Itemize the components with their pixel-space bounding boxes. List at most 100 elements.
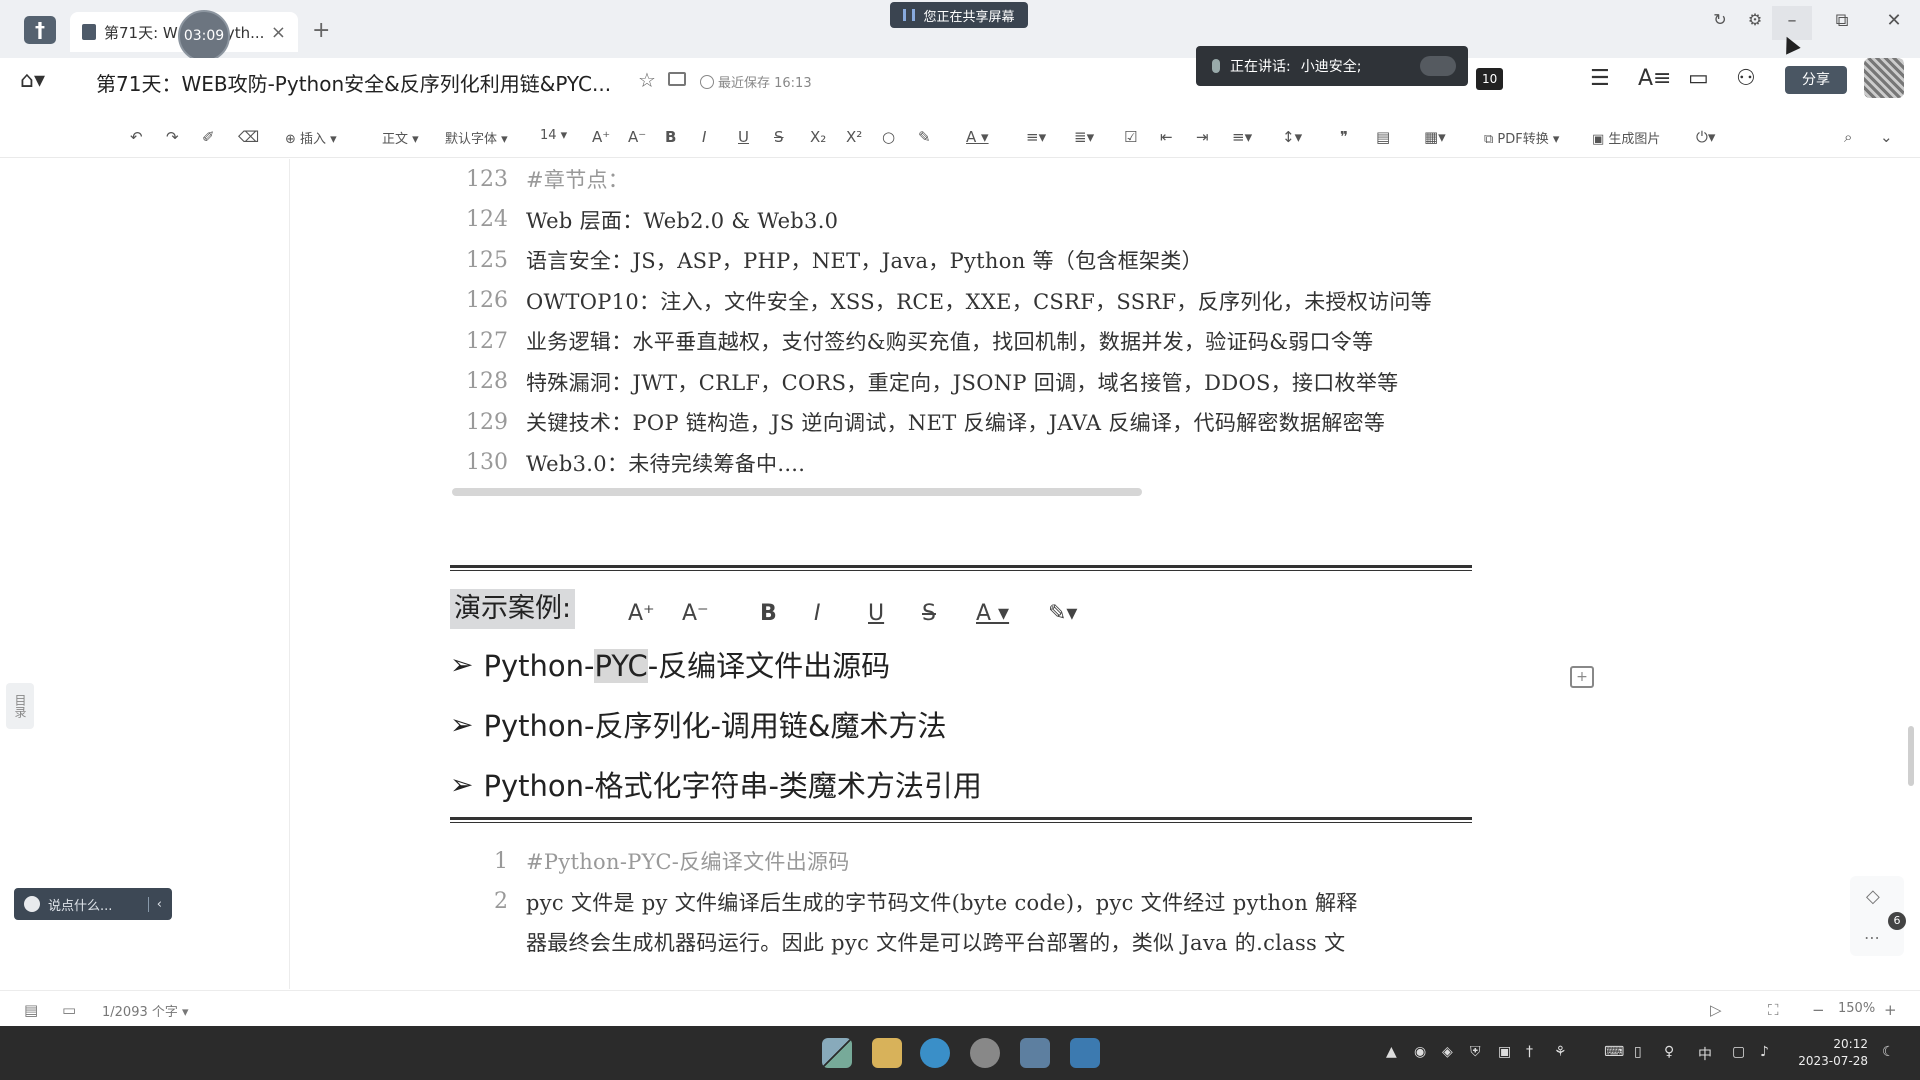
share-button[interactable]: 分享: [1785, 66, 1847, 94]
code-line[interactable]: 128 特殊漏洞：JWT，CRLF，CORS，重定向，JSONP 回调，域名接管，…: [450, 362, 1398, 402]
italic-icon[interactable]: I: [814, 601, 821, 626]
demo-item[interactable]: ➢ Python-格式化字符串-类魔术方法引用: [450, 763, 982, 805]
tab-close-icon[interactable]: ×: [271, 22, 286, 43]
close-window-button[interactable]: ✕: [1874, 10, 1914, 31]
meeting-app-icon[interactable]: [1070, 1038, 1100, 1068]
document-body[interactable]: 123 #章节点： 124 Web 层面：Web2.0 & Web3.0 125 语言安全…: [450, 159, 1472, 989]
participant-count-badge[interactable]: 10: [1476, 68, 1504, 90]
notification-icon[interactable]: ☾: [1882, 1044, 1895, 1060]
shield-icon[interactable]: ⛨: [1470, 1044, 1481, 1060]
folder-icon[interactable]: [668, 72, 686, 86]
side-widget[interactable]: ◇ 6 ⋯: [1850, 876, 1906, 956]
present-icon[interactable]: ▭: [1688, 66, 1709, 91]
avatar[interactable]: [1864, 58, 1904, 98]
bold-icon[interactable]: B: [665, 128, 676, 146]
tray-icon[interactable]: ▲: [1386, 1044, 1397, 1060]
maximize-button[interactable]: ⧉: [1822, 10, 1862, 31]
settings-icon[interactable]: ⚙: [1735, 10, 1775, 29]
sync-icon[interactable]: ↻: [1700, 10, 1740, 29]
insert-menu[interactable]: ⊕ 插入 ▾: [285, 128, 337, 147]
code-line[interactable]: 器最终会生成机器码运行。因此 pyc 文件是可以跨平台部署的，类似 Java 的…: [450, 922, 1345, 962]
font-size-select[interactable]: 14 ▾: [540, 128, 567, 143]
document-title[interactable]: 第71天：WEB攻防-Python安全&反序列化利用链&PYC...: [96, 68, 611, 97]
code-line[interactable]: 127 业务逻辑：水平垂直越权，支付签约&购买充值，找回机制，数据并发，验证码&弱…: [450, 321, 1373, 361]
file-explorer-icon[interactable]: [872, 1038, 902, 1068]
ime-indicator[interactable]: 中: [1698, 1044, 1712, 1064]
tray-icon[interactable]: ⚘: [1554, 1044, 1567, 1060]
font-grow-icon[interactable]: A⁺: [628, 601, 655, 626]
highlight-icon[interactable]: ✎: [918, 128, 931, 146]
more-tools-icon[interactable]: ⏻▾: [1696, 128, 1715, 146]
network-icon[interactable]: ▢: [1732, 1044, 1745, 1060]
code-block-icon[interactable]: ▤: [1376, 128, 1390, 146]
code-line[interactable]: 123 #章节点：: [450, 159, 629, 199]
checklist-icon[interactable]: ☑: [1124, 128, 1137, 146]
indent-increase-icon[interactable]: ⇥: [1196, 128, 1209, 146]
search-icon[interactable]: ⌕: [1844, 128, 1852, 146]
quote-icon[interactable]: ❞: [1340, 128, 1348, 146]
horizontal-scrollbar[interactable]: [452, 488, 1142, 496]
strikethrough-icon[interactable]: S: [922, 601, 936, 626]
text-format-icon[interactable]: A≡: [1638, 66, 1671, 91]
add-comment-icon[interactable]: +: [1570, 666, 1594, 688]
font-color-icon[interactable]: A ▾: [966, 128, 989, 146]
new-tab-button[interactable]: +: [312, 18, 330, 43]
collapse-icon[interactable]: ‹: [147, 896, 162, 912]
tray-icon[interactable]: ▣: [1498, 1044, 1511, 1060]
notes-app-icon[interactable]: [1020, 1038, 1050, 1068]
code-line[interactable]: 130 Web3.0：未待完续筹备中....: [450, 443, 805, 483]
highlight-icon[interactable]: ✎▾: [1048, 601, 1077, 626]
indent-decrease-icon[interactable]: ⇤: [1160, 128, 1173, 146]
table-icon[interactable]: ▦▾: [1424, 128, 1446, 146]
font-shrink-icon[interactable]: A⁻: [628, 128, 646, 146]
font-color-icon[interactable]: A ▾: [976, 601, 1009, 626]
microphone-icon[interactable]: ♀: [1664, 1044, 1674, 1060]
zoom-level[interactable]: 150%: [1838, 1001, 1875, 1016]
tray-icon[interactable]: †: [1526, 1044, 1533, 1060]
undo-icon[interactable]: ↶: [130, 128, 143, 146]
bold-icon[interactable]: B: [760, 601, 777, 626]
paragraph-style-select[interactable]: 正文 ▾: [382, 128, 419, 147]
code-line[interactable]: 129 关键技术：POP 链构造，JS 逆向调试，NET 反编译，JAVA 反编译…: [450, 402, 1385, 442]
play-icon[interactable]: ▷: [1710, 1001, 1722, 1019]
subscript-icon[interactable]: X₂: [810, 128, 826, 146]
word-count[interactable]: 1/2093 个字 ▾: [102, 1001, 189, 1020]
emoji-icon[interactable]: [24, 896, 40, 912]
line-spacing-icon[interactable]: ↕▾: [1282, 128, 1302, 146]
vertical-scrollbar[interactable]: [1908, 726, 1914, 786]
page-view-icon[interactable]: ▭: [62, 1001, 76, 1019]
numbered-list-icon[interactable]: ≣▾: [1074, 128, 1094, 146]
italic-icon[interactable]: I: [702, 128, 706, 146]
bullet-list-icon[interactable]: ≡▾: [1026, 128, 1046, 146]
code-line[interactable]: 1 #Python-PYC-反编译文件出源码: [450, 841, 850, 881]
superscript-icon[interactable]: X²: [846, 128, 862, 146]
chevron-down-icon[interactable]: ⌄: [1880, 128, 1893, 146]
comment-input[interactable]: 说点什么... ‹: [14, 888, 172, 920]
demo-item[interactable]: ➢ Python-PYC-反编译文件出源码: [450, 643, 890, 685]
code-line[interactable]: 126 OWTOP10：注入，文件安全，XSS，RCE，XXE，CSRF，SSRF…: [450, 281, 1432, 321]
underline-icon[interactable]: U: [868, 601, 884, 626]
home-icon[interactable]: ⌂▾: [20, 68, 45, 93]
app-logo-icon[interactable]: †: [24, 16, 56, 44]
add-collaborator-icon[interactable]: ⚇: [1736, 66, 1756, 91]
font-shrink-icon[interactable]: A⁻: [682, 601, 709, 626]
skin-icon[interactable]: ◇: [1866, 886, 1880, 907]
keyboard-icon[interactable]: ⌨: [1604, 1044, 1624, 1060]
chrome-browser-icon[interactable]: [970, 1038, 1000, 1068]
fullscreen-icon[interactable]: ⛶: [1768, 1001, 1779, 1019]
align-icon[interactable]: ≡▾: [1232, 128, 1252, 146]
edge-browser-icon[interactable]: [920, 1038, 950, 1068]
star-icon[interactable]: ☆: [638, 68, 656, 92]
usb-icon[interactable]: ▯: [1634, 1044, 1642, 1060]
demo-item[interactable]: ➢ Python-反序列化-调用链&魔术方法: [450, 703, 947, 745]
start-icon[interactable]: [822, 1038, 852, 1068]
strikethrough-icon[interactable]: S: [774, 128, 784, 146]
menu-icon[interactable]: ☰: [1590, 66, 1610, 91]
code-line[interactable]: 125 语言安全：JS，ASP，PHP，NET，Java，Python 等（包含框…: [450, 240, 1203, 280]
tray-icon[interactable]: ◈: [1442, 1044, 1453, 1060]
volume-icon[interactable]: ♪: [1760, 1044, 1769, 1060]
system-clock[interactable]: 20:12 2023-07-28: [1796, 1036, 1868, 1070]
font-family-select[interactable]: 默认字体 ▾: [445, 128, 508, 147]
redo-icon[interactable]: ↷: [166, 128, 179, 146]
zoom-in-button[interactable]: +: [1884, 1001, 1897, 1019]
